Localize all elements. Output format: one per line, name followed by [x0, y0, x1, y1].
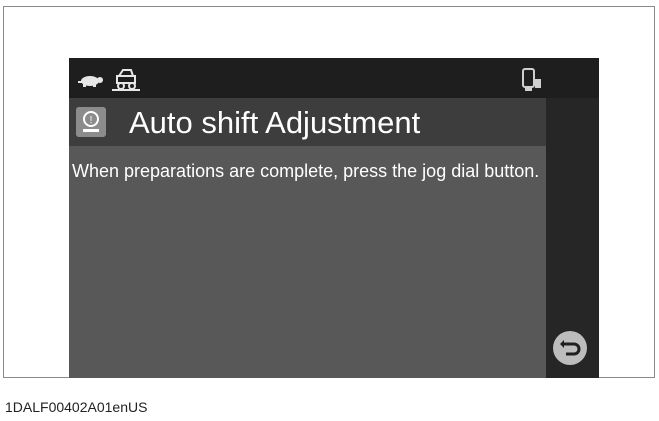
display-screen: ! Auto shift Adjustment When preparation… [69, 58, 599, 378]
status-bar [69, 58, 599, 98]
page: ! Auto shift Adjustment When preparation… [0, 0, 659, 421]
back-button[interactable] [553, 331, 587, 365]
machine-icon [112, 69, 140, 91]
title-bar: ! Auto shift Adjustment [69, 98, 546, 146]
svg-text:!: ! [90, 115, 93, 126]
turtle-icon [78, 76, 103, 87]
settings-badge-icon: ! [76, 107, 106, 137]
return-arrow-icon [560, 340, 581, 356]
instruction-message: When preparations are complete, press th… [72, 161, 540, 181]
device-icon [522, 68, 541, 91]
figure-caption: 1DALF00402A01enUS [5, 399, 148, 415]
page-title: Auto shift Adjustment [129, 105, 421, 140]
content-panel: ! Auto shift Adjustment When preparation… [69, 98, 546, 378]
